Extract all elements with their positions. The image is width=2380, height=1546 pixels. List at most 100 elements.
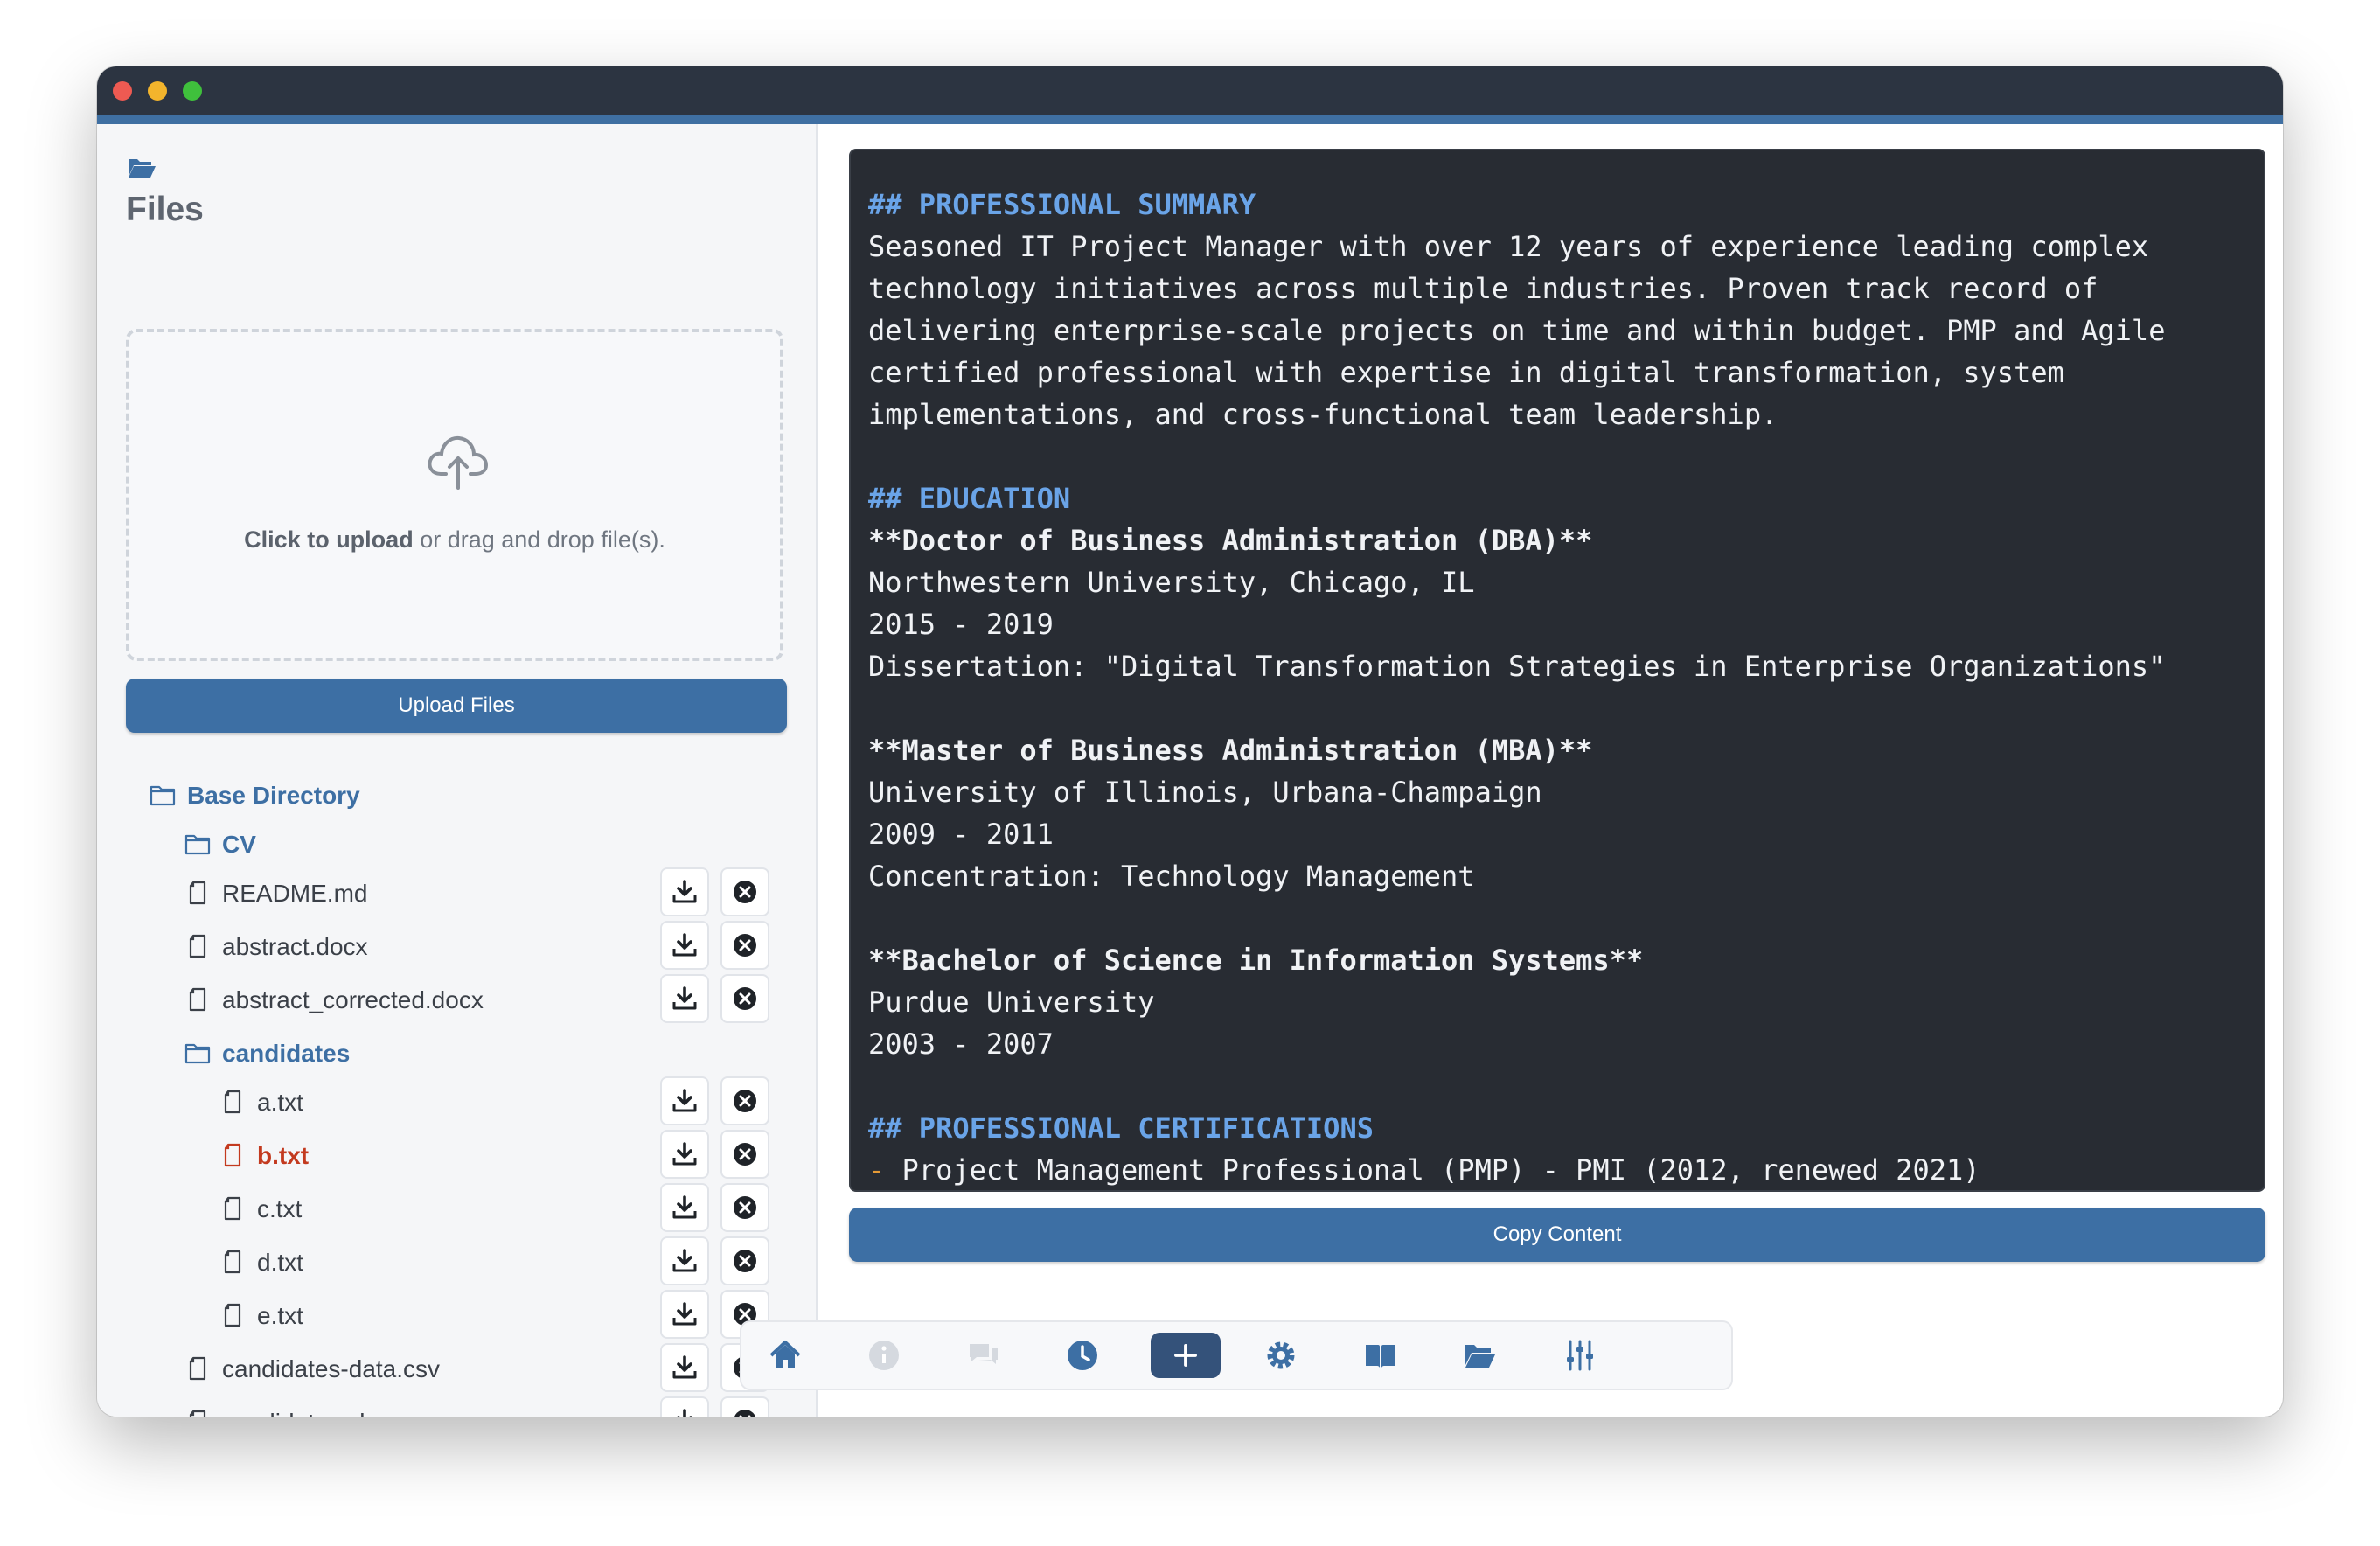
file-icon <box>219 1195 246 1222</box>
editor-line: Dissertation: "Digital Transformation St… <box>868 645 2246 687</box>
editor-text[interactable]: ## PROFESSIONAL SUMMARY Seasoned IT Proje… <box>868 184 2246 1190</box>
editor-line: Concentration: Technology Management <box>868 855 2246 897</box>
tree-file[interactable]: a.txt <box>97 1076 816 1127</box>
tree-folder[interactable]: CV <box>97 818 816 869</box>
delete-icon[interactable] <box>720 974 769 1023</box>
delete-icon[interactable] <box>720 1076 769 1125</box>
tree-item-label: abstract.docx <box>222 933 368 960</box>
file-icon <box>184 986 211 1013</box>
click-to-upload-link[interactable]: Click to upload <box>244 526 414 553</box>
editor-line: - Project Management Professional (PMP) … <box>868 1149 2246 1190</box>
download-icon[interactable] <box>660 1290 709 1339</box>
bottom-toolbar <box>740 1320 1733 1390</box>
title-bar <box>97 66 2283 124</box>
editor-line: Northwestern University, Chicago, IL <box>868 561 2246 603</box>
editor-line-text: implementations, and cross-functional te… <box>868 398 1778 431</box>
tree-file[interactable]: candidates-data.csv <box>97 1343 816 1394</box>
file-icon <box>184 1355 211 1382</box>
editor-line-text: Dissertation: "Digital Transformation St… <box>868 650 2166 683</box>
tree-folder[interactable]: Base Directory <box>97 770 816 820</box>
file-content-editor[interactable]: ## PROFESSIONAL SUMMARY Seasoned IT Proje… <box>849 149 2265 1192</box>
editor-line: 2015 - 2019 <box>868 603 2246 645</box>
editor-line: **Bachelor of Science in Information Sys… <box>868 939 2246 981</box>
tree-file[interactable]: candidates.xlsx <box>97 1396 816 1417</box>
editor-line: University of Illinois, Urbana-Champaign <box>868 771 2246 813</box>
minimize-window-button[interactable] <box>148 81 167 101</box>
gear-icon[interactable] <box>1256 1333 1305 1378</box>
close-window-button[interactable] <box>113 81 132 101</box>
delete-icon[interactable] <box>720 1183 769 1232</box>
file-icon <box>219 1249 246 1275</box>
editor-line-text: Seasoned IT Project Manager with over 12… <box>868 230 2149 263</box>
editor-line: Purdue University <box>868 981 2246 1023</box>
editor-line-text: ## PROFESSIONAL CERTIFICATIONS <box>868 1111 1374 1145</box>
folder-open-icon <box>129 159 156 178</box>
editor-line: **Master of Business Administration (MBA… <box>868 729 2246 771</box>
upload-dropzone[interactable]: Click to upload or drag and drop file(s)… <box>126 329 783 661</box>
tree-file[interactable]: README.md <box>97 867 816 918</box>
editor-line: certified professional with expertise in… <box>868 352 2246 393</box>
tree-item-label: README.md <box>222 880 368 907</box>
sliders-icon[interactable] <box>1555 1333 1604 1378</box>
plus-icon[interactable] <box>1151 1333 1221 1378</box>
upload-files-button[interactable]: Upload Files <box>126 679 787 733</box>
book-icon[interactable] <box>1356 1333 1405 1378</box>
folder-open-icon[interactable] <box>1455 1333 1504 1378</box>
sidebar-title: Files <box>126 191 204 228</box>
tree-item-label: e.txt <box>257 1302 303 1329</box>
editor-line: **Doctor of Business Administration (DBA… <box>868 519 2246 561</box>
tree-item-label: a.txt <box>257 1089 303 1116</box>
download-icon[interactable] <box>660 1076 709 1125</box>
maximize-window-button[interactable] <box>183 81 202 101</box>
delete-icon[interactable] <box>720 1236 769 1285</box>
delete-icon[interactable] <box>720 867 769 916</box>
delete-icon[interactable] <box>720 1396 769 1417</box>
editor-line-text: 2015 - 2019 <box>868 608 1054 641</box>
download-icon[interactable] <box>660 1130 709 1179</box>
download-icon[interactable] <box>660 921 709 970</box>
editor-line: ## PROFESSIONAL CERTIFICATIONS <box>868 1107 2246 1149</box>
delete-icon[interactable] <box>720 921 769 970</box>
editor-line-text: **Bachelor of Science in Information Sys… <box>868 944 1644 977</box>
download-icon[interactable] <box>660 1396 709 1417</box>
tree-item-label: candidates <box>222 1040 351 1067</box>
download-icon[interactable] <box>660 1236 709 1285</box>
editor-line-text: Northwestern University, Chicago, IL <box>868 566 1475 599</box>
folder-icon <box>150 782 176 808</box>
editor-line-text: Project Management Professional (PMP) - … <box>885 1153 1980 1187</box>
delete-icon[interactable] <box>720 1130 769 1179</box>
tree-item-label: b.txt <box>257 1142 310 1169</box>
dropzone-text: Click to upload or drag and drop file(s)… <box>129 526 780 554</box>
editor-line: 2009 - 2011 <box>868 813 2246 855</box>
download-icon[interactable] <box>660 1183 709 1232</box>
copy-content-button[interactable]: Copy Content <box>849 1208 2265 1262</box>
editor-line: technology initiatives across multiple i… <box>868 268 2246 310</box>
tree-file[interactable]: e.txt <box>97 1290 816 1341</box>
editor-line: delivering enterprise-scale projects on … <box>868 310 2246 352</box>
dropzone-hint: or drag and drop file(s). <box>413 526 665 553</box>
tree-file[interactable]: c.txt <box>97 1183 816 1234</box>
download-icon[interactable] <box>660 1343 709 1392</box>
download-icon[interactable] <box>660 867 709 916</box>
tree-file[interactable]: b.txt <box>97 1130 816 1180</box>
editor-line-text: ## EDUCATION <box>868 482 1071 515</box>
editor-line-text: certified professional with expertise in… <box>868 356 2064 389</box>
tree-item-label: CV <box>222 831 256 858</box>
tree-folder[interactable]: candidates <box>97 1027 816 1078</box>
tree-file[interactable]: d.txt <box>97 1236 816 1287</box>
clock-icon[interactable] <box>1058 1333 1107 1378</box>
editor-line-text: Concentration: Technology Management <box>868 860 1475 893</box>
tree-file[interactable]: abstract.docx <box>97 921 816 971</box>
download-icon[interactable] <box>660 974 709 1023</box>
editor-line: ## EDUCATION <box>868 477 2246 519</box>
tree-file[interactable]: abstract_corrected.docx <box>97 974 816 1025</box>
tree-item-label: candidates.xlsx <box>222 1409 389 1417</box>
home-icon[interactable] <box>761 1333 810 1378</box>
file-icon <box>184 1409 211 1417</box>
file-icon <box>184 933 211 959</box>
editor-line-text: technology initiatives across multiple i… <box>868 272 2098 305</box>
editor-line: ## PROFESSIONAL SUMMARY <box>868 184 2246 226</box>
editor-line-text: 2003 - 2007 <box>868 1027 1054 1061</box>
